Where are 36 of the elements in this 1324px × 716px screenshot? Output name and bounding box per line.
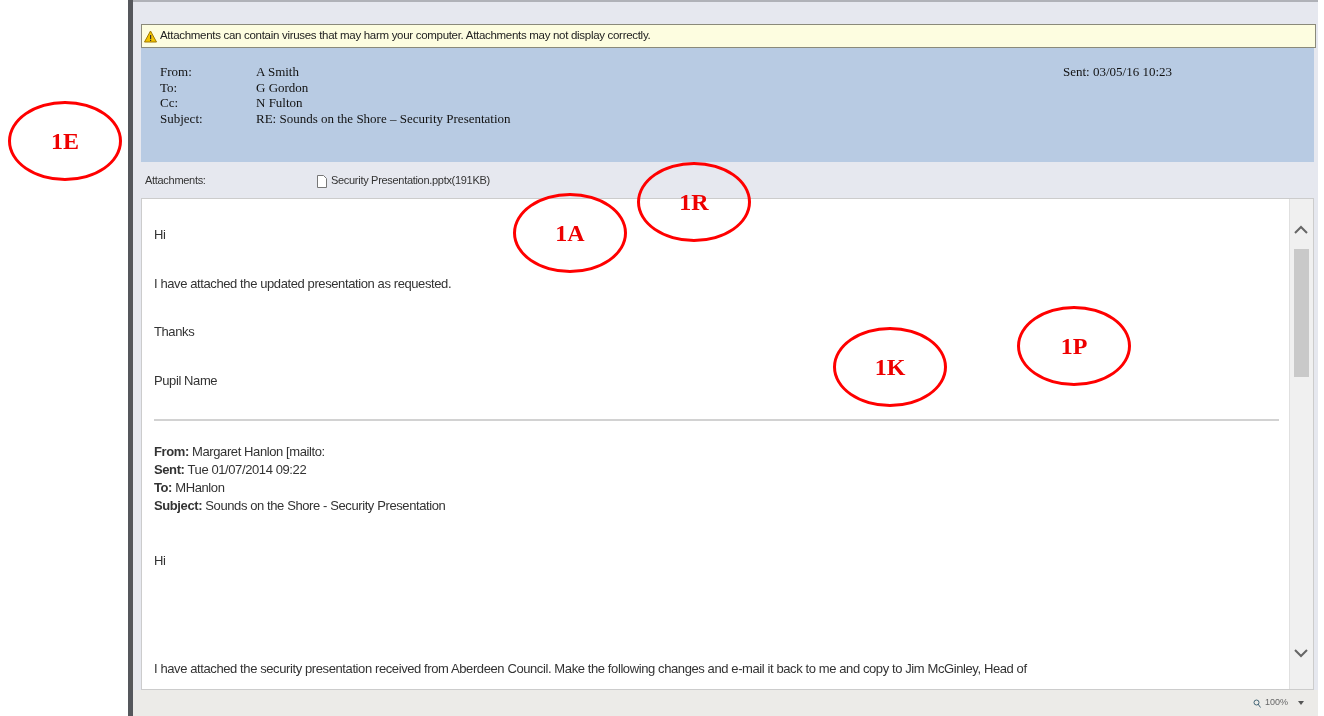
message-paragraph: Hi (154, 226, 166, 244)
annotation-label: 1K (833, 327, 947, 407)
message-paragraph: Thanks (154, 323, 195, 341)
field-value: A Smith (256, 64, 300, 80)
message-paragraph: Hi (154, 552, 166, 570)
sent-date: Sent: 03/05/16 10:23 (1062, 64, 1172, 81)
attachments-label: Attachments: (145, 172, 207, 188)
scroll-down-icon[interactable] (1294, 649, 1308, 658)
field-value: G Gordon (256, 79, 310, 95)
message-paragraph: I have attached the security presentation received from Aberdeen Council. Make the following changes and e-mail it back to me and copy to Jim McGinley, Head of (154, 659, 1027, 678)
field-label: Subject: (160, 110, 204, 126)
document-icon (317, 175, 327, 189)
warning-icon (144, 29, 157, 43)
annotation-label: 1R (637, 162, 751, 242)
quoted-header-line: From: Margaret Hanlon [mailto: (154, 443, 325, 461)
field-value: N Fulton (256, 95, 304, 111)
quoted-header-line: To: MHanlon (154, 479, 225, 497)
field-label: Cc: (160, 95, 180, 111)
dropdown-caret-icon[interactable] (1298, 701, 1304, 705)
quoted-header-line: Sent: Tue 01/07/2014 09:22 (154, 461, 307, 479)
attachment-link[interactable]: Security Presentation.pptx(191KB) (331, 171, 490, 189)
field-label: To: (160, 79, 179, 95)
scroll-up-icon[interactable] (1294, 225, 1308, 234)
scrollbar[interactable] (1289, 199, 1313, 689)
field-label: From: (160, 64, 193, 80)
annotation-label: 1A (513, 193, 627, 273)
annotation-label: 1E (8, 101, 122, 181)
scroll-thumb[interactable] (1294, 249, 1309, 377)
field-value: RE: Sounds on the Shore – Security Presentation (256, 110, 511, 126)
quoted-header-line: Subject: Sounds on the Shore - Security Presentation (154, 497, 446, 515)
zoom-level[interactable]: 100% (1264, 696, 1288, 710)
warning-text: Attachments can contain viruses that may harm your computer. Attachments may not display correctly. (160, 28, 651, 44)
message-paragraph: Pupil Name (154, 371, 218, 390)
zoom-icon (1252, 698, 1261, 708)
message-paragraph: I have attached the updated presentation as requested. (154, 274, 452, 293)
annotation-label: 1P (1017, 306, 1131, 386)
